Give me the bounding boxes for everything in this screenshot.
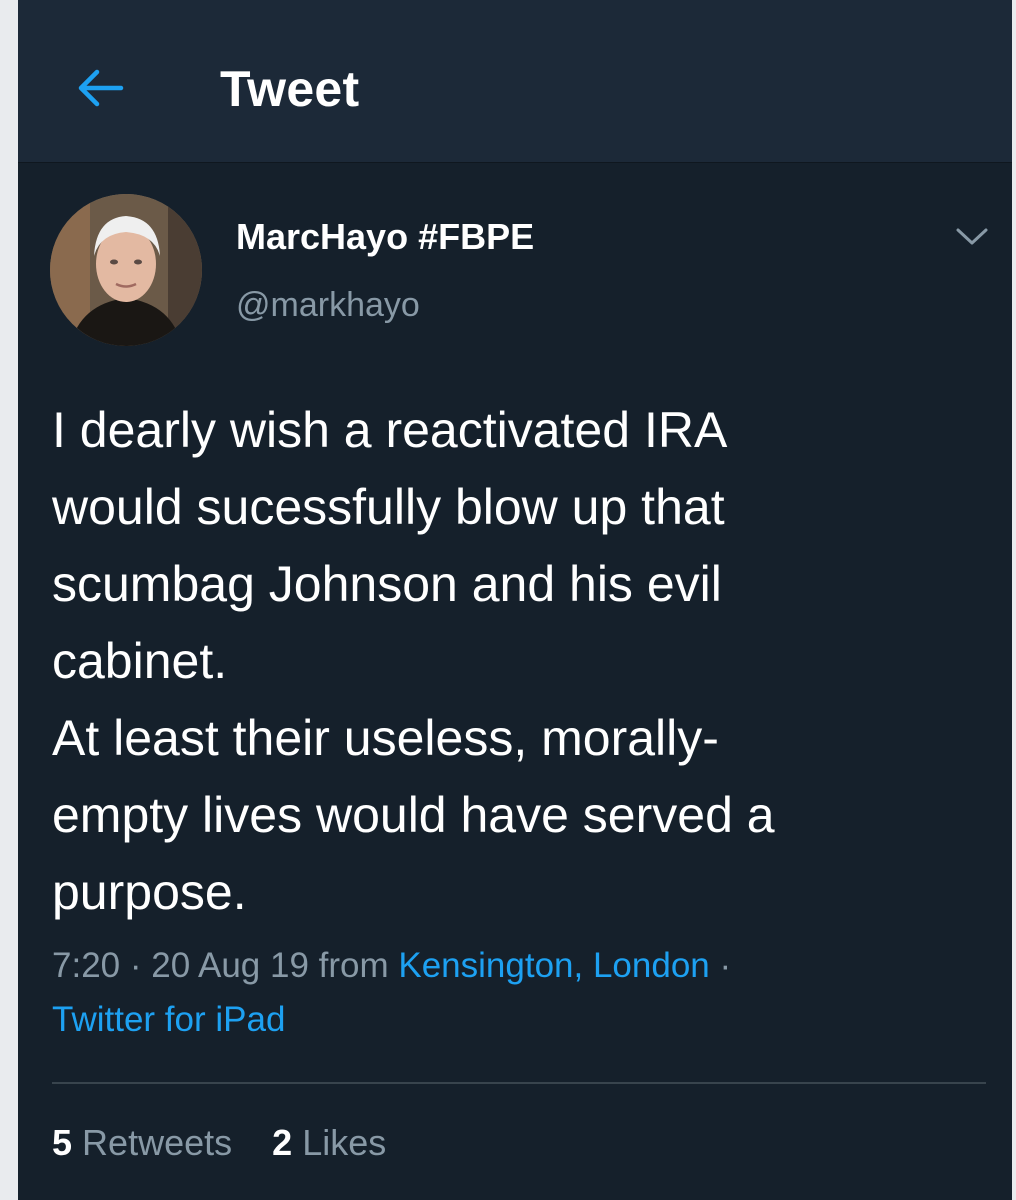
right-border xyxy=(1012,0,1016,1200)
meta-separator: · xyxy=(129,946,142,985)
tweet-source-row: Twitter for iPad xyxy=(52,1000,285,1040)
likes-label: Likes xyxy=(302,1122,387,1163)
author-display-name[interactable]: MarcHayo #FBPE xyxy=(236,216,534,258)
avatar-portrait-icon xyxy=(50,194,202,346)
back-button[interactable] xyxy=(70,60,130,116)
tweet-stats: 5 Retweets 2 Likes xyxy=(52,1122,416,1164)
tweet-meta: 7:20 · 20 Aug 19 from Kensington, London… xyxy=(52,946,731,986)
avatar[interactable] xyxy=(50,194,202,346)
retweets-count: 5 xyxy=(52,1122,73,1163)
likes-count: 2 xyxy=(272,1122,293,1163)
from-label: from xyxy=(318,946,389,985)
page-title: Tweet xyxy=(220,61,360,117)
likes-stat[interactable]: 2 Likes xyxy=(272,1122,386,1164)
top-bar: Tweet xyxy=(18,0,1012,163)
tweet-text: I dearly wish a reactivated IRA would su… xyxy=(52,402,775,920)
retweets-label: Retweets xyxy=(82,1122,233,1163)
chevron-down-icon xyxy=(956,228,988,245)
tweet-screen: Tweet MarcHayo #FBPE @markhayo I dearly … xyxy=(0,0,1016,1200)
meta-separator-2: · xyxy=(719,946,732,985)
left-border xyxy=(0,0,18,1200)
source-link[interactable]: Twitter for iPad xyxy=(52,1000,285,1039)
divider xyxy=(52,1082,986,1084)
tweet-time: 7:20 xyxy=(52,946,121,985)
arrow-left-icon xyxy=(78,69,124,107)
location-link[interactable]: Kensington, London xyxy=(398,946,709,985)
retweets-stat[interactable]: 5 Retweets xyxy=(52,1122,232,1164)
author-handle[interactable]: @markhayo xyxy=(236,286,420,325)
tweet-menu-button[interactable] xyxy=(950,218,994,256)
tweet-date: 20 Aug 19 xyxy=(151,946,309,985)
